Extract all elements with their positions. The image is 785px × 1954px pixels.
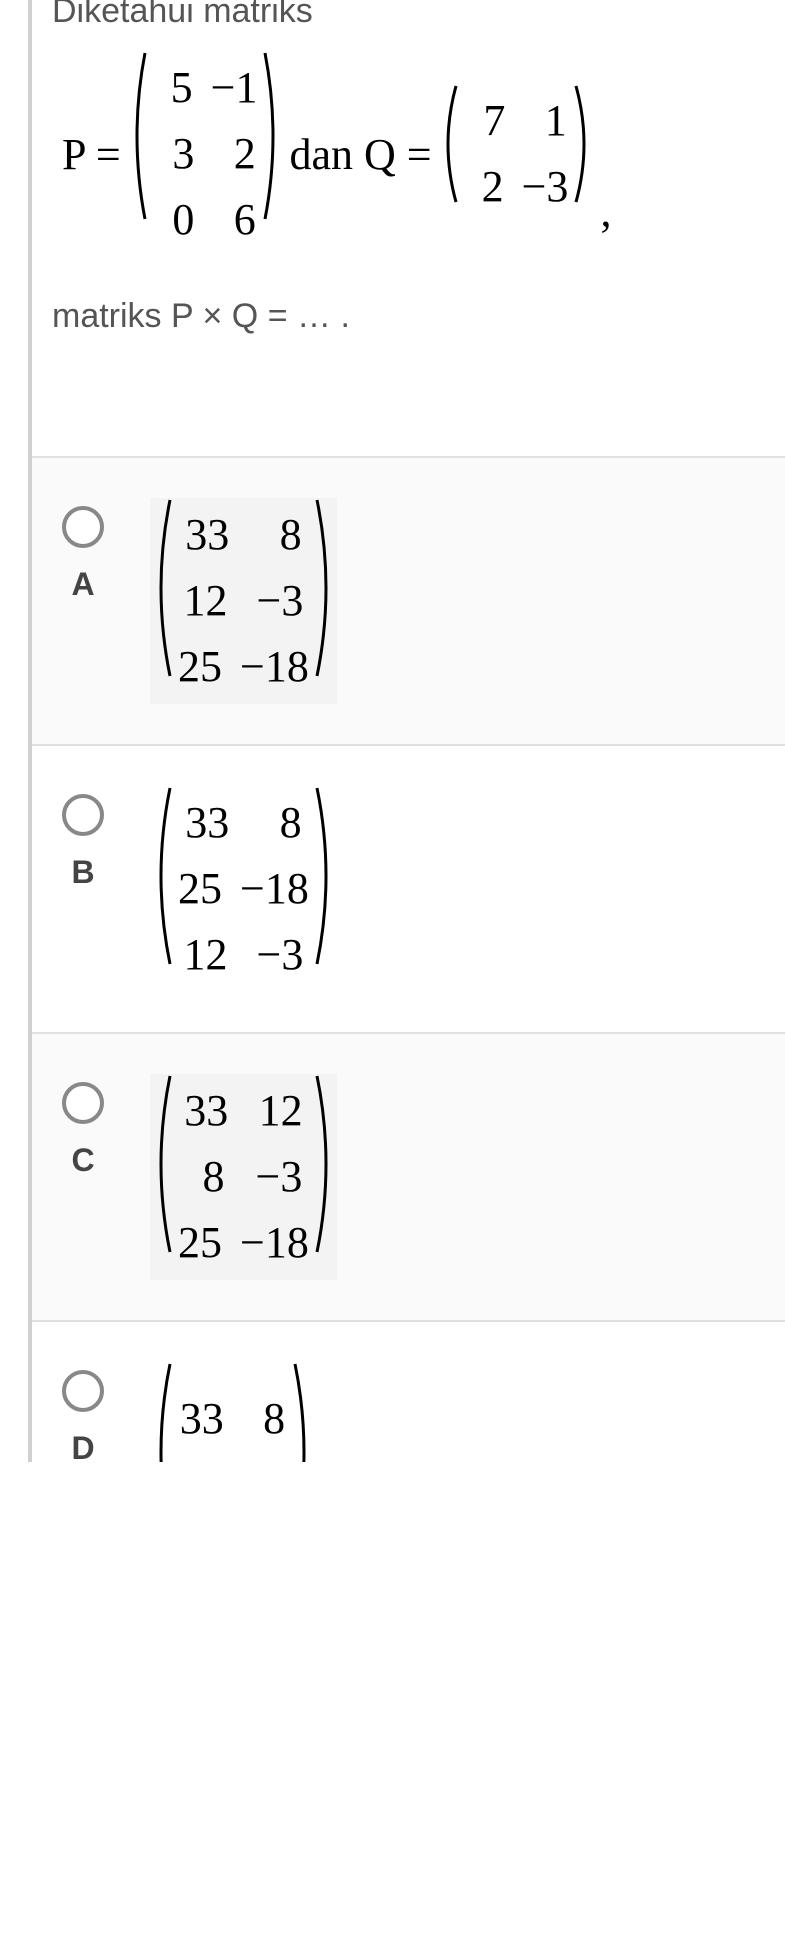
right-paren-icon — [263, 51, 283, 221]
cell: −3 — [256, 1144, 303, 1210]
option-label-c: C — [71, 1142, 94, 1179]
right-paren-icon — [574, 84, 594, 204]
cell: −3 — [240, 1452, 287, 1462]
cell: 33 — [180, 1386, 224, 1452]
left-paren-icon — [150, 1362, 172, 1462]
q-cell: 7 — [465, 88, 505, 154]
content-column: Diketahui matriks P = 5−1 32 06 dan Q = … — [28, 0, 785, 1462]
left-paren-icon — [127, 51, 147, 221]
p-cell: −1 — [211, 55, 258, 121]
option-d-matrix: 33 8 25 −3 — [150, 1362, 315, 1462]
left-paren-icon — [150, 498, 172, 678]
option-a-matrix: 33 8 12 −3 25 −18 — [150, 498, 337, 704]
q-cell: −3 — [522, 154, 569, 220]
radio-b[interactable] — [62, 794, 104, 836]
cell: −18 — [240, 1210, 309, 1276]
p-cell: 5 — [153, 55, 193, 121]
option-label-d: D — [71, 1430, 94, 1462]
cell: −3 — [257, 922, 304, 988]
options-list: A 338 12−3 25−18 B — [32, 456, 785, 1462]
radio-d[interactable] — [62, 1370, 104, 1412]
question-intro: Diketahui matriks — [32, 0, 785, 31]
left-paren-icon — [150, 1074, 172, 1254]
cell: 8 — [185, 1144, 225, 1210]
cell: 8 — [245, 1386, 285, 1452]
p-label: P = — [62, 129, 121, 180]
radio-c[interactable] — [62, 1082, 104, 1124]
left-paren-icon — [150, 786, 172, 966]
option-a[interactable]: A 33 8 12 −3 25 −18 — [32, 458, 785, 746]
cell: −18 — [240, 856, 309, 922]
cell: 25 — [178, 634, 222, 700]
radio-a[interactable] — [62, 506, 104, 548]
cell: 33 — [185, 502, 229, 568]
cell: 33 — [184, 1078, 228, 1144]
option-label-b: B — [71, 854, 94, 891]
option-b-matrix: 33 8 25 −18 12 −3 — [150, 786, 337, 992]
left-paren-icon — [438, 84, 458, 204]
right-paren-icon — [293, 1362, 315, 1462]
matrix-p: 5 −1 32 06 — [127, 51, 284, 257]
q-cell: 1 — [527, 88, 567, 154]
p-cell: 3 — [154, 121, 194, 187]
cell: −3 — [257, 568, 304, 634]
option-b[interactable]: B 33 8 25 −18 12 −3 — [32, 746, 785, 1034]
cell: 12 — [259, 1078, 303, 1144]
p-cell: 2 — [216, 121, 256, 187]
option-c-matrix: 33 12 8 −3 25 −18 — [150, 1074, 337, 1280]
option-c[interactable]: C 33 12 8 −3 25 −18 — [32, 1034, 785, 1322]
option-label-a: A — [71, 566, 94, 603]
equation-line: P = 5−1 32 06 dan Q = 71 2−3 — [62, 51, 785, 257]
cell: 25 — [178, 856, 222, 922]
question-prompt: matriks P × Q = … . — [32, 297, 785, 336]
cell: 25 — [178, 1210, 222, 1276]
cell: 8 — [262, 790, 302, 856]
cell: 8 — [262, 502, 302, 568]
cell: 12 — [184, 922, 228, 988]
cell: 33 — [185, 790, 229, 856]
p-cell: 0 — [154, 187, 194, 253]
right-paren-icon — [315, 1074, 337, 1254]
cell: 25 — [178, 1452, 222, 1462]
right-paren-icon — [315, 498, 337, 678]
trailing-comma: , — [600, 186, 611, 237]
option-d[interactable]: D 33 8 25 −3 — [32, 1322, 785, 1462]
q-cell: 2 — [464, 154, 504, 220]
right-paren-icon — [315, 786, 337, 966]
cell: 12 — [184, 568, 228, 634]
p-cell: 6 — [216, 187, 256, 253]
matrix-q: 71 2 −3 — [438, 84, 595, 224]
cell: −18 — [240, 634, 309, 700]
conjunction: dan Q = — [289, 129, 431, 180]
